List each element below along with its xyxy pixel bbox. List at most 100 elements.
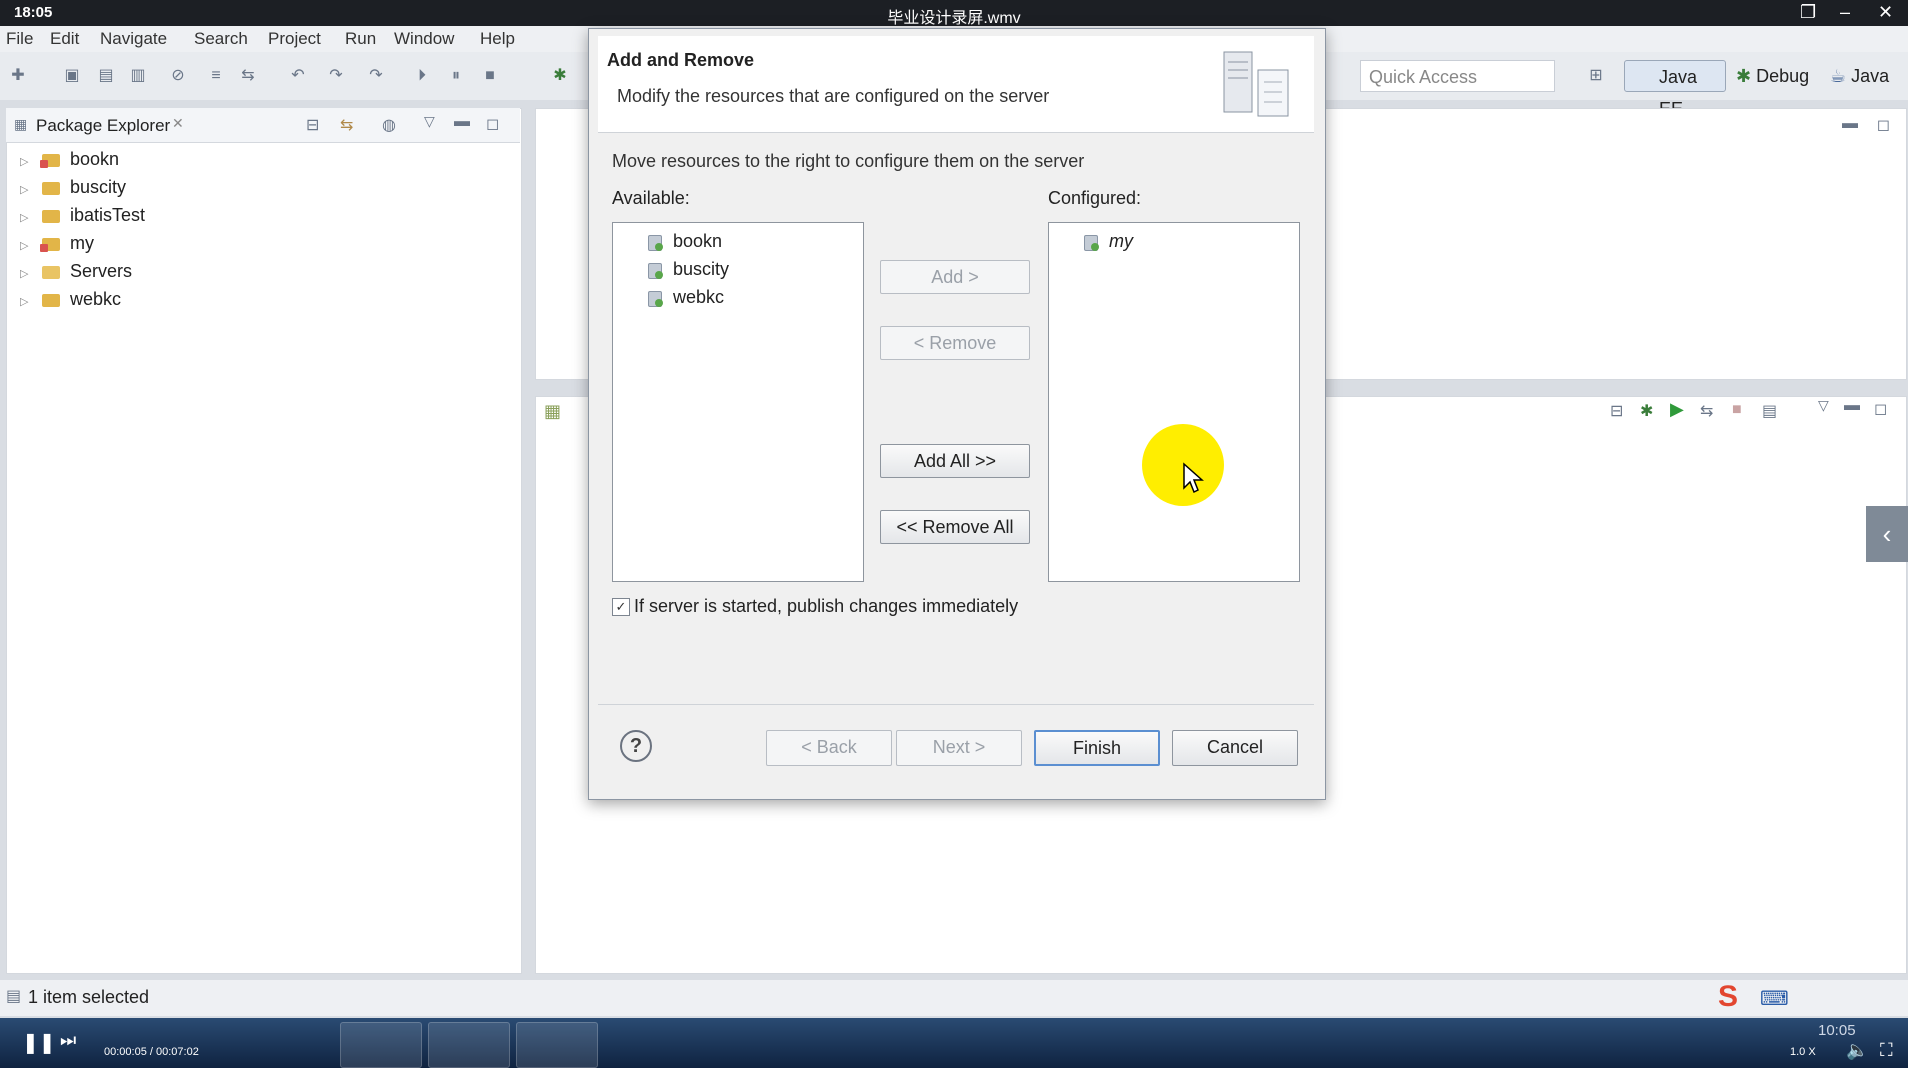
tree-item-label: my [70,233,94,253]
taskbar-app-eclipse[interactable] [340,1022,422,1068]
web-module-icon [647,233,663,252]
undo-icon[interactable]: ↶ [288,66,308,86]
link-with-editor-icon[interactable]: ⇆ [340,115,353,135]
minimize-icon[interactable]: – [1840,2,1850,23]
print-icon[interactable]: ▥ [128,66,148,86]
fullscreen-icon[interactable]: ⛶ [1880,1040,1893,1061]
new-icon[interactable]: ✚ [8,66,28,86]
configured-list[interactable]: my [1048,222,1300,582]
next-icon[interactable]: ⏭ [60,1030,76,1051]
perspective-debug-label: Debug [1756,66,1810,86]
taskbar-app-ie[interactable] [428,1022,510,1068]
debug-icon[interactable]: ✱ [550,66,570,86]
tree-item-ibatistest[interactable]: ▷ ibatisTest [20,202,145,228]
available-item-label: webkc [673,287,725,307]
tree-item-servers[interactable]: ▷ Servers [20,258,132,284]
forward-icon[interactable]: ↷ [366,66,386,86]
pause-icon[interactable]: ❚❚ [22,1030,56,1055]
expand-icon[interactable]: ▷ [20,289,34,315]
available-list[interactable]: bookn buscity webkc [612,222,864,582]
skip-breakpoints-icon[interactable]: ⊘ [168,66,188,86]
menu-search[interactable]: Search [194,29,248,49]
menu-project[interactable]: Project [268,29,321,49]
available-item-label: buscity [673,259,730,279]
back-button[interactable]: < Back [766,730,892,766]
collapse-all-icon[interactable]: ⊟ [306,115,319,135]
tree-item-label: bookn [70,149,120,169]
expand-icon[interactable]: ▷ [20,233,34,259]
available-item-webkc[interactable]: webkc [647,285,724,309]
add-button[interactable]: Add > [880,260,1030,294]
tree-item-bookn[interactable]: ▷ bookn [20,146,119,172]
expand-icon[interactable]: ▷ [20,177,34,203]
resume-icon[interactable]: ⏵ [412,66,432,86]
maximize-view-icon[interactable]: ◻ [486,114,499,134]
expand-icon[interactable]: ▷ [20,205,34,231]
playback-speed[interactable]: 1.0 X [1790,1046,1816,1058]
cancel-button[interactable]: Cancel [1172,730,1298,766]
focus-icon[interactable]: ◍ [382,115,396,135]
perspective-debug[interactable]: ✱ Debug [1736,60,1809,92]
package-explorer-tab[interactable]: ▦ Package Explorer ✕ ⊟ ⇆ ◍ ▽ ▬ ◻ [6,108,520,143]
open-type-icon[interactable]: ≡ [206,66,226,86]
close-icon[interactable]: ✕ [1878,2,1893,23]
view-menu-icon[interactable]: ▽ [424,113,435,130]
close-view-icon[interactable]: ✕ [172,115,184,132]
minimize-editor-icon[interactable]: ▬ [1842,115,1858,133]
maximize-view-icon[interactable]: ◻ [1874,399,1887,419]
data-source-icon[interactable]: ▦ [544,401,561,422]
pause-icon[interactable]: ⏸ [446,66,466,86]
menu-navigate[interactable]: Navigate [100,29,167,49]
start-server-icon[interactable]: ▶ [1670,399,1684,420]
publish-checkbox[interactable]: ✓ [612,598,630,616]
tree-item-my[interactable]: ▷ my [20,230,94,256]
help-icon[interactable]: ? [620,730,652,762]
view-menu-icon[interactable]: ▽ [1818,397,1829,414]
menu-window[interactable]: Window [394,29,454,49]
open-perspective-icon[interactable]: ⊞ [1586,66,1606,86]
project-icon [42,291,62,309]
save-icon[interactable]: ▣ [62,66,82,86]
minimize-view-icon[interactable]: ▬ [454,113,470,131]
perspective-java[interactable]: ☕ Java [1830,60,1889,92]
ime-toolbar-icon[interactable]: ⌨ [1760,986,1789,1011]
maximize-editor-icon[interactable]: ◻ [1877,115,1890,135]
remove-button[interactable]: < Remove [880,326,1030,360]
next-button[interactable]: Next > [896,730,1022,766]
save-all-icon[interactable]: ▤ [96,66,116,86]
taskbar-app-other[interactable] [516,1022,598,1068]
side-panel-toggle-icon[interactable]: ‹ [1866,506,1908,562]
available-item-bookn[interactable]: bookn [647,229,722,253]
volume-icon[interactable]: 🔈 [1846,1040,1868,1061]
perspective-java-ee[interactable]: Java EE [1624,60,1726,119]
configured-item-my[interactable]: my [1083,229,1133,253]
menu-help[interactable]: Help [480,29,515,49]
search-icon[interactable]: ⇆ [238,66,258,86]
publish-checkbox-label[interactable]: If server is started, publish changes im… [634,596,1018,617]
finish-button[interactable]: Finish [1034,730,1160,766]
collapse-icon[interactable]: ⊟ [1610,401,1623,421]
project-error-icon [40,151,62,169]
restore-icon[interactable]: ❐ [1800,2,1816,23]
expand-icon[interactable]: ▷ [20,261,34,287]
sogou-ime-icon[interactable]: S [1718,980,1738,1014]
stop-server-icon[interactable]: ■ [1732,401,1742,419]
tree-item-buscity[interactable]: ▷ buscity [20,174,126,200]
java-perspective-icon: ☕ [1830,66,1852,86]
menu-file[interactable]: File [6,29,33,49]
debug-server-icon[interactable]: ✱ [1640,401,1653,421]
stop-icon[interactable]: ■ [480,66,500,86]
available-item-buscity[interactable]: buscity [647,257,729,281]
publish-icon[interactable]: ▤ [1762,401,1777,421]
remove-all-button[interactable]: << Remove All [880,510,1030,544]
tree-item-label: webkc [70,289,122,309]
menu-run[interactable]: Run [345,29,376,49]
menu-edit[interactable]: Edit [50,29,79,49]
profile-server-icon[interactable]: ⇆ [1700,401,1713,421]
expand-icon[interactable]: ▷ [20,149,34,175]
quick-access-input[interactable]: Quick Access [1360,60,1555,92]
tree-item-webkc[interactable]: ▷ webkc [20,286,121,312]
minimize-view-icon[interactable]: ▬ [1844,397,1860,415]
add-all-button[interactable]: Add All >> [880,444,1030,478]
redo-icon[interactable]: ↷ [326,66,346,86]
